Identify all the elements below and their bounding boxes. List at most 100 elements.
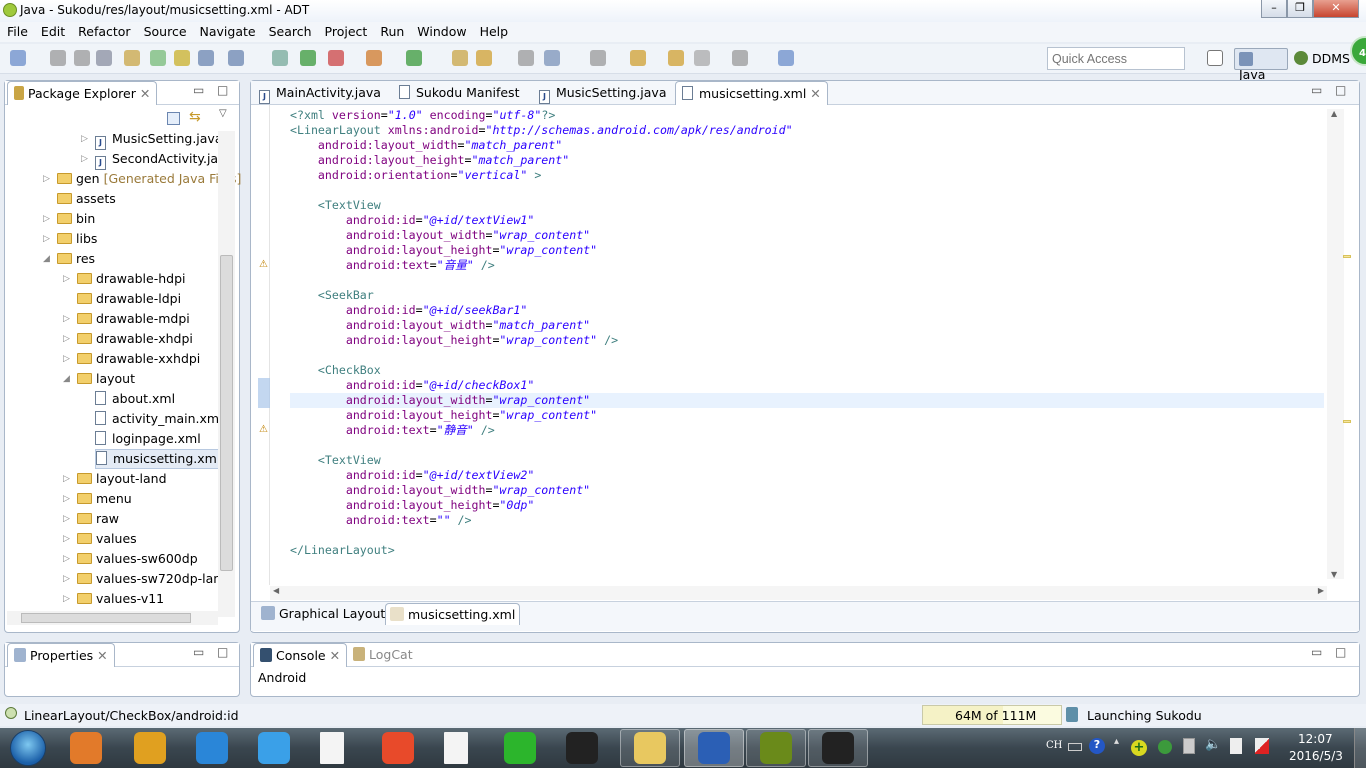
word-icon[interactable]: [698, 732, 730, 764]
editor-bottom-tab[interactable]: musicsetting.xml: [385, 603, 521, 625]
overview-warning-marker[interactable]: [1343, 420, 1351, 423]
tree-item[interactable]: menu: [77, 489, 132, 509]
input-language[interactable]: CH: [1046, 740, 1062, 751]
collapsed-arrow-icon[interactable]: ▷: [63, 489, 70, 509]
editor-horizontal-scrollbar[interactable]: ◀ ▶: [270, 586, 1327, 600]
minimize-button[interactable]: –: [1261, 0, 1287, 18]
quick-access-input[interactable]: [1047, 47, 1185, 70]
network-icon[interactable]: [1183, 738, 1195, 754]
close-tab-icon[interactable]: ✕: [806, 86, 820, 101]
close-icon[interactable]: ✕: [97, 648, 107, 663]
collapsed-arrow-icon[interactable]: ▷: [63, 329, 70, 349]
tree-item[interactable]: raw: [77, 509, 119, 529]
video-player-icon[interactable]: [382, 732, 414, 764]
menu-project[interactable]: Project: [318, 22, 374, 39]
collapsed-arrow-icon[interactable]: ▷: [43, 229, 50, 249]
tree-item[interactable]: J MusicSetting.java: [95, 129, 223, 150]
menu-source[interactable]: Source: [137, 22, 193, 39]
scrollbar-thumb[interactable]: [21, 613, 191, 623]
tab-logcat[interactable]: LogCat: [347, 643, 419, 667]
tree-item[interactable]: bin: [57, 209, 95, 229]
editor-tab[interactable]: J MainActivity.java: [253, 81, 387, 105]
toolbar-button-icon[interactable]: [198, 50, 214, 66]
browser-icon[interactable]: [134, 732, 166, 764]
collapsed-arrow-icon[interactable]: ▷: [63, 349, 70, 369]
menu-run[interactable]: Run: [373, 22, 410, 39]
qq-browser-icon[interactable]: [258, 732, 290, 764]
toolbar-button-icon[interactable]: [590, 50, 606, 66]
kugou-icon[interactable]: [196, 732, 228, 764]
minimize-view-icon[interactable]: ▭: [193, 645, 204, 659]
tree-item[interactable]: drawable-xxhdpi: [77, 349, 200, 369]
restore-button[interactable]: ❐: [1287, 0, 1313, 18]
toolbar-button-icon[interactable]: [544, 50, 560, 66]
tree-item[interactable]: about.xml: [95, 389, 175, 409]
view-menu-icon[interactable]: ▽: [219, 108, 227, 119]
editor-tab[interactable]: J MusicSetting.java: [533, 81, 673, 105]
adt-icon[interactable]: [760, 732, 792, 764]
overview-warning-marker[interactable]: [1343, 255, 1351, 258]
collapsed-arrow-icon[interactable]: ▷: [43, 209, 50, 229]
tree-item[interactable]: gen [Generated Java Files]: [57, 169, 241, 189]
collapsed-arrow-icon[interactable]: ▷: [63, 469, 70, 489]
tree-item[interactable]: res: [57, 249, 95, 269]
expanded-arrow-icon[interactable]: ◢: [43, 249, 50, 269]
volume-icon[interactable]: 🔈: [1205, 737, 1221, 752]
link-with-editor-icon[interactable]: ⇆: [189, 109, 201, 125]
tree-item[interactable]: activity_main.xml: [95, 409, 223, 429]
toolbar-button-icon[interactable]: [406, 50, 422, 66]
menu-window[interactable]: Window: [410, 22, 472, 39]
toolbar-button-icon[interactable]: [668, 50, 684, 66]
xml-code[interactable]: <?xml version="1.0" encoding="utf-8"?> <L…: [290, 108, 793, 558]
perspective-java[interactable]: Java: [1234, 48, 1288, 82]
toolbar-button-icon[interactable]: [300, 50, 316, 66]
show-desktop-button[interactable]: [1354, 728, 1366, 768]
tree-vertical-scrollbar[interactable]: [218, 131, 235, 617]
toolbar-button-icon[interactable]: [74, 50, 90, 66]
minimize-view-icon[interactable]: ▭: [1311, 645, 1322, 659]
editor-bottom-tab[interactable]: Graphical Layout: [257, 603, 389, 625]
menu-refactor[interactable]: Refactor: [71, 22, 136, 39]
close-icon[interactable]: ✕: [140, 86, 150, 101]
tree-item[interactable]: layout: [77, 369, 135, 389]
tree-item[interactable]: drawable-ldpi: [77, 289, 181, 309]
maximize-editor-icon[interactable]: □: [1335, 83, 1346, 97]
collapsed-arrow-icon[interactable]: ▷: [63, 309, 70, 329]
editor-vertical-scrollbar[interactable]: ▲ ▼: [1327, 109, 1344, 579]
tab-properties[interactable]: Properties ✕: [7, 643, 115, 667]
tree-item[interactable]: J SecondActivity.java: [95, 149, 233, 170]
collapsed-arrow-icon[interactable]: ▷: [63, 529, 70, 549]
tree-item[interactable]: musicsetting.xml: [95, 449, 225, 469]
tree-item[interactable]: drawable-hdpi: [77, 269, 186, 289]
tree-item[interactable]: values-sw720dp-land: [77, 569, 229, 589]
tree-item[interactable]: libs: [57, 229, 97, 249]
media-player-icon[interactable]: [70, 732, 102, 764]
tree-item[interactable]: layout-land: [77, 469, 167, 489]
collapsed-arrow-icon[interactable]: ▷: [63, 549, 70, 569]
expanded-arrow-icon[interactable]: ◢: [63, 369, 70, 389]
toolbar-button-icon[interactable]: [272, 50, 288, 66]
tree-item[interactable]: drawable-mdpi: [77, 309, 190, 329]
warning-icon[interactable]: ⚠: [259, 425, 270, 435]
collapsed-arrow-icon[interactable]: ▷: [43, 169, 50, 189]
document-icon[interactable]: [444, 732, 468, 764]
heap-status[interactable]: 64M of 111M: [922, 705, 1062, 725]
toolbar-button-icon[interactable]: [476, 50, 492, 66]
toolbar-button-icon[interactable]: [96, 50, 112, 66]
menu-file[interactable]: File: [0, 22, 34, 39]
qq-icon[interactable]: [566, 732, 598, 764]
show-hidden-icons[interactable]: ▴: [1114, 736, 1119, 747]
maximize-view-icon[interactable]: □: [1335, 645, 1346, 659]
collapsed-arrow-icon[interactable]: ▷: [63, 589, 70, 609]
minimize-view-icon[interactable]: ▭: [193, 83, 204, 97]
scrollbar-thumb[interactable]: [220, 255, 233, 571]
document-icon[interactable]: [320, 732, 344, 764]
collapsed-arrow-icon[interactable]: ▷: [63, 569, 70, 589]
power-icon[interactable]: [1230, 738, 1242, 754]
toolbar-button-icon[interactable]: [694, 50, 710, 66]
open-perspective-icon[interactable]: [1207, 50, 1223, 66]
tree-item[interactable]: values-v11: [77, 589, 164, 609]
tree-item[interactable]: values: [77, 529, 137, 549]
editor-tab[interactable]: Sukodu Manifest: [393, 81, 525, 105]
close-button[interactable]: ✕: [1313, 0, 1359, 18]
